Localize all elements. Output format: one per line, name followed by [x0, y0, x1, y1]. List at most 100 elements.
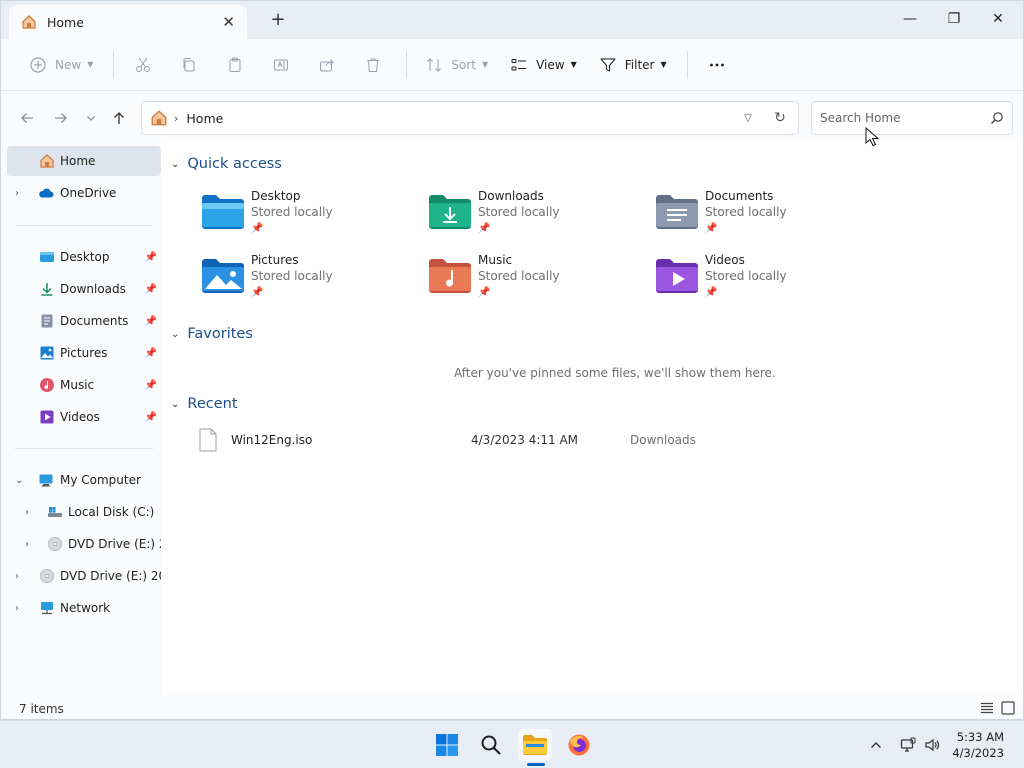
- active-app-indicator: [527, 763, 545, 766]
- sidebar-item-music[interactable]: Music 📌: [7, 370, 161, 400]
- sidebar-item-network[interactable]: › Network: [7, 593, 161, 623]
- new-tab-button[interactable]: +: [267, 9, 289, 31]
- close-window-button[interactable]: ✕: [975, 7, 1021, 31]
- pin-icon: 📌: [251, 287, 264, 298]
- disc-icon: [48, 537, 62, 551]
- breadcrumb-home[interactable]: Home: [186, 111, 734, 126]
- sort-button[interactable]: Sort ▼: [419, 49, 494, 81]
- sidebar-item-home[interactable]: Home: [7, 146, 161, 176]
- chevron-right-icon[interactable]: ›: [15, 603, 19, 614]
- sidebar-item-dvd-drive[interactable]: › DVD Drive (E:) 2023: [7, 561, 161, 591]
- recent-locations-button[interactable]: [81, 108, 101, 128]
- folder-status: Stored locally: [478, 269, 560, 283]
- share-button[interactable]: [310, 49, 344, 81]
- sidebar-item-label: OneDrive: [60, 186, 117, 200]
- pin-icon[interactable]: 📌: [145, 316, 157, 327]
- back-button[interactable]: [17, 108, 37, 128]
- taskbar: 5:33 AM 4/3/2023: [0, 720, 1024, 768]
- breadcrumb-separator-icon[interactable]: ›: [174, 112, 178, 125]
- chevron-up-icon[interactable]: [868, 737, 884, 753]
- recent-file-row[interactable]: Win12Eng.iso 4/3/2023 4:11 AM Downloads: [199, 427, 819, 453]
- sidebar-item-videos[interactable]: Videos 📌: [7, 402, 161, 432]
- tab-bar: Home ✕ + — ❐ ✕: [1, 1, 1023, 39]
- video-icon: [40, 410, 54, 424]
- minimize-button[interactable]: —: [887, 7, 933, 31]
- sidebar-item-local-disk[interactable]: › Local Disk (C:): [7, 497, 161, 527]
- close-tab-icon[interactable]: ✕: [222, 13, 235, 31]
- sidebar-item-pictures[interactable]: Pictures 📌: [7, 338, 161, 368]
- firefox-taskbar-button[interactable]: [562, 729, 596, 761]
- search-icon[interactable]: [990, 111, 1004, 125]
- chevron-right-icon[interactable]: ›: [15, 571, 19, 582]
- command-bar: New ▼ Sort ▼ View ▼ Filter ▼: [1, 39, 1023, 91]
- favorites-header[interactable]: ⌄ Favorites: [171, 326, 253, 342]
- folder-name: Downloads: [478, 189, 544, 203]
- navigation-pane: Home › OneDrive Desktop 📌 Downloads 📌 Do…: [1, 143, 161, 695]
- more-options-button[interactable]: [700, 49, 734, 81]
- chevron-down-icon[interactable]: ⌄: [15, 475, 23, 486]
- pin-icon[interactable]: 📌: [145, 252, 157, 263]
- pin-icon[interactable]: 📌: [145, 284, 157, 295]
- network-status-icon[interactable]: [900, 737, 916, 753]
- quick-access-header[interactable]: ⌄ Quick access: [171, 156, 282, 172]
- paste-button[interactable]: [218, 49, 252, 81]
- new-button[interactable]: New ▼: [23, 49, 99, 81]
- favorites-empty-message: After you've pinned some files, we'll sh…: [454, 366, 776, 380]
- section-title: Recent: [187, 396, 238, 412]
- sidebar-item-my-computer[interactable]: ⌄ My Computer: [7, 465, 161, 495]
- recent-header[interactable]: ⌄ Recent: [171, 396, 238, 412]
- tab-home[interactable]: Home ✕: [9, 5, 247, 39]
- search-input[interactable]: [820, 111, 990, 125]
- item-count: 7 items: [19, 702, 64, 716]
- clipboard-icon: [229, 57, 241, 72]
- pin-icon[interactable]: 📌: [145, 412, 157, 423]
- folder-name: Music: [478, 253, 513, 267]
- quick-access-downloads[interactable]: Downloads Stored locally 📌: [428, 189, 638, 245]
- sidebar-item-label: Local Disk (C:): [68, 505, 155, 519]
- search-taskbar-button[interactable]: [474, 729, 508, 761]
- copy-button[interactable]: [172, 49, 206, 81]
- details-view-icon[interactable]: [979, 700, 995, 716]
- cut-button[interactable]: [126, 49, 160, 81]
- quick-access-pictures[interactable]: Pictures Stored locally 📌: [201, 253, 411, 309]
- trash-icon: [367, 58, 380, 72]
- toolbar-divider: [406, 50, 408, 79]
- toolbar-divider: [686, 50, 688, 79]
- delete-button[interactable]: [356, 49, 390, 81]
- sidebar-item-documents[interactable]: Documents 📌: [7, 306, 161, 336]
- start-button[interactable]: [430, 729, 464, 761]
- sidebar-item-dvd-drive-nested[interactable]: › DVD Drive (E:) 2023: [7, 529, 161, 559]
- chevron-down-icon[interactable]: ⌄: [171, 329, 179, 340]
- maximize-button[interactable]: ❐: [931, 7, 977, 31]
- sidebar-item-desktop[interactable]: Desktop 📌: [7, 242, 161, 272]
- view-button[interactable]: View ▼: [504, 49, 583, 81]
- sidebar-item-downloads[interactable]: Downloads 📌: [7, 274, 161, 304]
- large-icons-view-icon[interactable]: [1000, 700, 1016, 716]
- filter-button[interactable]: Filter ▼: [593, 49, 673, 81]
- chevron-right-icon[interactable]: ›: [15, 188, 19, 199]
- sidebar-item-onedrive[interactable]: › OneDrive: [7, 178, 161, 208]
- quick-access-documents[interactable]: Documents Stored locally 📌: [655, 189, 865, 245]
- address-bar[interactable]: › Home ▽ ↻: [141, 101, 799, 135]
- sidebar-item-label: Videos: [60, 410, 100, 424]
- computer-icon: [39, 474, 53, 487]
- chevron-right-icon[interactable]: ›: [25, 507, 29, 518]
- up-button[interactable]: [109, 108, 129, 128]
- quick-access-videos[interactable]: Videos Stored locally 📌: [655, 253, 865, 309]
- quick-access-desktop[interactable]: Desktop Stored locally 📌: [201, 189, 411, 245]
- disc-icon: [40, 569, 54, 583]
- pin-icon[interactable]: 📌: [145, 348, 157, 359]
- volume-icon[interactable]: [924, 737, 940, 753]
- clock[interactable]: 5:33 AM 4/3/2023: [952, 729, 1004, 761]
- forward-button[interactable]: [51, 108, 71, 128]
- chevron-down-icon[interactable]: ▽: [734, 113, 762, 124]
- pin-icon[interactable]: 📌: [145, 380, 157, 391]
- file-explorer-taskbar-button[interactable]: [518, 729, 552, 761]
- chevron-down-icon[interactable]: ⌄: [171, 159, 179, 170]
- rename-button[interactable]: [264, 49, 298, 81]
- refresh-icon[interactable]: ↻: [762, 110, 798, 126]
- quick-access-music[interactable]: Music Stored locally 📌: [428, 253, 638, 309]
- search-box[interactable]: [811, 101, 1013, 135]
- chevron-down-icon[interactable]: ⌄: [171, 399, 179, 410]
- chevron-right-icon[interactable]: ›: [25, 539, 29, 550]
